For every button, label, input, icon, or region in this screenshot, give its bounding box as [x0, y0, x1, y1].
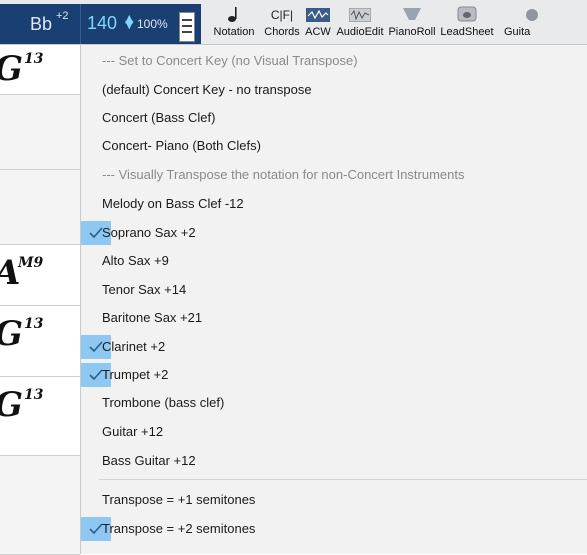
guitar-icon	[496, 2, 587, 22]
tempo-value[interactable]: 140	[87, 13, 117, 34]
menu-item[interactable]: (default) Concert Key - no transpose	[81, 78, 587, 102]
chord-symbol: G13	[0, 314, 44, 354]
chord-cell[interactable]	[0, 95, 80, 170]
key-transpose-label: +2	[56, 10, 69, 22]
menu-item[interactable]: Alto Sax +9	[81, 249, 587, 273]
chord-cell[interactable]: G13	[0, 306, 80, 377]
menu-header: --- Set to Concert Key (no Visual Transp…	[81, 49, 587, 73]
notation-button[interactable]: Notation	[209, 2, 259, 42]
notation-label: Notation	[213, 26, 255, 38]
chords-label: Chords	[264, 26, 300, 38]
menu-item-label: Melody on Bass Clef -12	[102, 196, 244, 211]
lead-sheet-label: LeadSheet	[440, 26, 494, 38]
menu-item-label: Concert (Bass Clef)	[102, 110, 216, 125]
toolbar: Bb +2 140 ▲ ▼ 100% Notation C|F| Chords A…	[0, 0, 587, 45]
menu-item-label: Transpose = +2 semitones	[102, 521, 256, 536]
acw-label: ACW	[305, 26, 331, 38]
chord-cell[interactable]: AM9	[0, 245, 80, 306]
menu-item[interactable]: Transpose = +1 semitones	[81, 488, 587, 512]
menu-item-label: Guitar +12	[102, 424, 164, 439]
menu-item[interactable]: Tenor Sax +14	[81, 278, 587, 302]
menu-item[interactable]: Concert (Bass Clef)	[81, 106, 587, 130]
chord-cell[interactable]	[0, 170, 80, 245]
chord-cell[interactable]	[0, 456, 80, 555]
tempo-spinner-icon[interactable]: ▲ ▼	[125, 13, 133, 30]
guitar-button[interactable]: Guita	[496, 2, 587, 42]
chord-cell[interactable]: G13	[0, 45, 80, 95]
menu-icon[interactable]	[179, 12, 195, 42]
menu-item-label: Trombone (bass clef)	[102, 395, 225, 410]
menu-item-label: --- Visually Transpose the notation for …	[102, 167, 465, 182]
menu-item[interactable]: Transpose = +2 semitones	[81, 517, 587, 541]
menu-item-label: Transpose = +1 semitones	[102, 492, 256, 507]
chords-icon: C|F|	[270, 8, 294, 22]
menu-item-label: Bass Guitar +12	[102, 453, 196, 468]
menu-item-label: Clarinet +2	[102, 339, 166, 354]
acw-icon	[304, 2, 332, 22]
chord-symbol: G13	[0, 49, 44, 89]
audio-edit-button[interactable]: AudioEdit	[334, 2, 386, 42]
audio-edit-label: AudioEdit	[336, 26, 384, 38]
piano-roll-icon	[387, 2, 437, 22]
menu-item-label: (default) Concert Key - no transpose	[102, 82, 312, 97]
key-label: Bb	[30, 14, 53, 34]
chord-strip: G13 AM9 G13 G13	[0, 45, 81, 555]
chords-button[interactable]: C|F| Chords	[262, 2, 302, 42]
menu-header: --- Visually Transpose the notation for …	[81, 163, 587, 187]
piano-roll-button[interactable]: PianoRoll	[387, 2, 437, 42]
menu-item[interactable]: Concert- Piano (Both Clefs)	[81, 134, 587, 158]
key-display[interactable]: Bb +2	[0, 4, 80, 44]
tempo-display[interactable]: 140 ▲ ▼ 100%	[80, 4, 201, 44]
menu-separator	[99, 479, 587, 480]
menu-item[interactable]: Soprano Sax +2	[81, 221, 587, 245]
menu-item[interactable]: Clarinet +2	[81, 335, 587, 359]
piano-roll-label: PianoRoll	[388, 26, 436, 38]
menu-item[interactable]: Bass Guitar +12	[81, 449, 587, 473]
chord-symbol: AM9	[0, 253, 44, 293]
notation-icon	[209, 2, 259, 22]
lead-sheet-icon	[438, 2, 496, 22]
menu-item-label: Soprano Sax +2	[102, 225, 196, 240]
acw-button[interactable]: ACW	[304, 2, 332, 42]
chord-cell[interactable]: G13	[0, 377, 80, 456]
menu-item[interactable]: Melody on Bass Clef -12	[81, 192, 587, 216]
menu-item-label: Trumpet +2	[102, 367, 169, 382]
audio-edit-icon	[334, 2, 386, 22]
menu-item-label: Concert- Piano (Both Clefs)	[102, 138, 261, 153]
menu-item[interactable]: Baritone Sax +21	[81, 306, 587, 330]
menu-item-label: Alto Sax +9	[102, 253, 169, 268]
menu-item[interactable]: Trumpet +2	[81, 363, 587, 387]
menu-item-label: Tenor Sax +14	[102, 282, 187, 297]
menu-item-label: --- Set to Concert Key (no Visual Transp…	[102, 53, 358, 68]
lead-sheet-button[interactable]: LeadSheet	[438, 2, 496, 42]
menu-item[interactable]: Trombone (bass clef)	[81, 391, 587, 415]
chord-symbol: G13	[0, 385, 44, 425]
transpose-menu: --- Set to Concert Key (no Visual Transp…	[80, 45, 587, 554]
zoom-value[interactable]: 100%	[137, 17, 168, 31]
menu-item-label: Baritone Sax +21	[102, 310, 203, 325]
menu-item[interactable]: Guitar +12	[81, 420, 587, 444]
guitar-label: Guita	[504, 26, 531, 38]
